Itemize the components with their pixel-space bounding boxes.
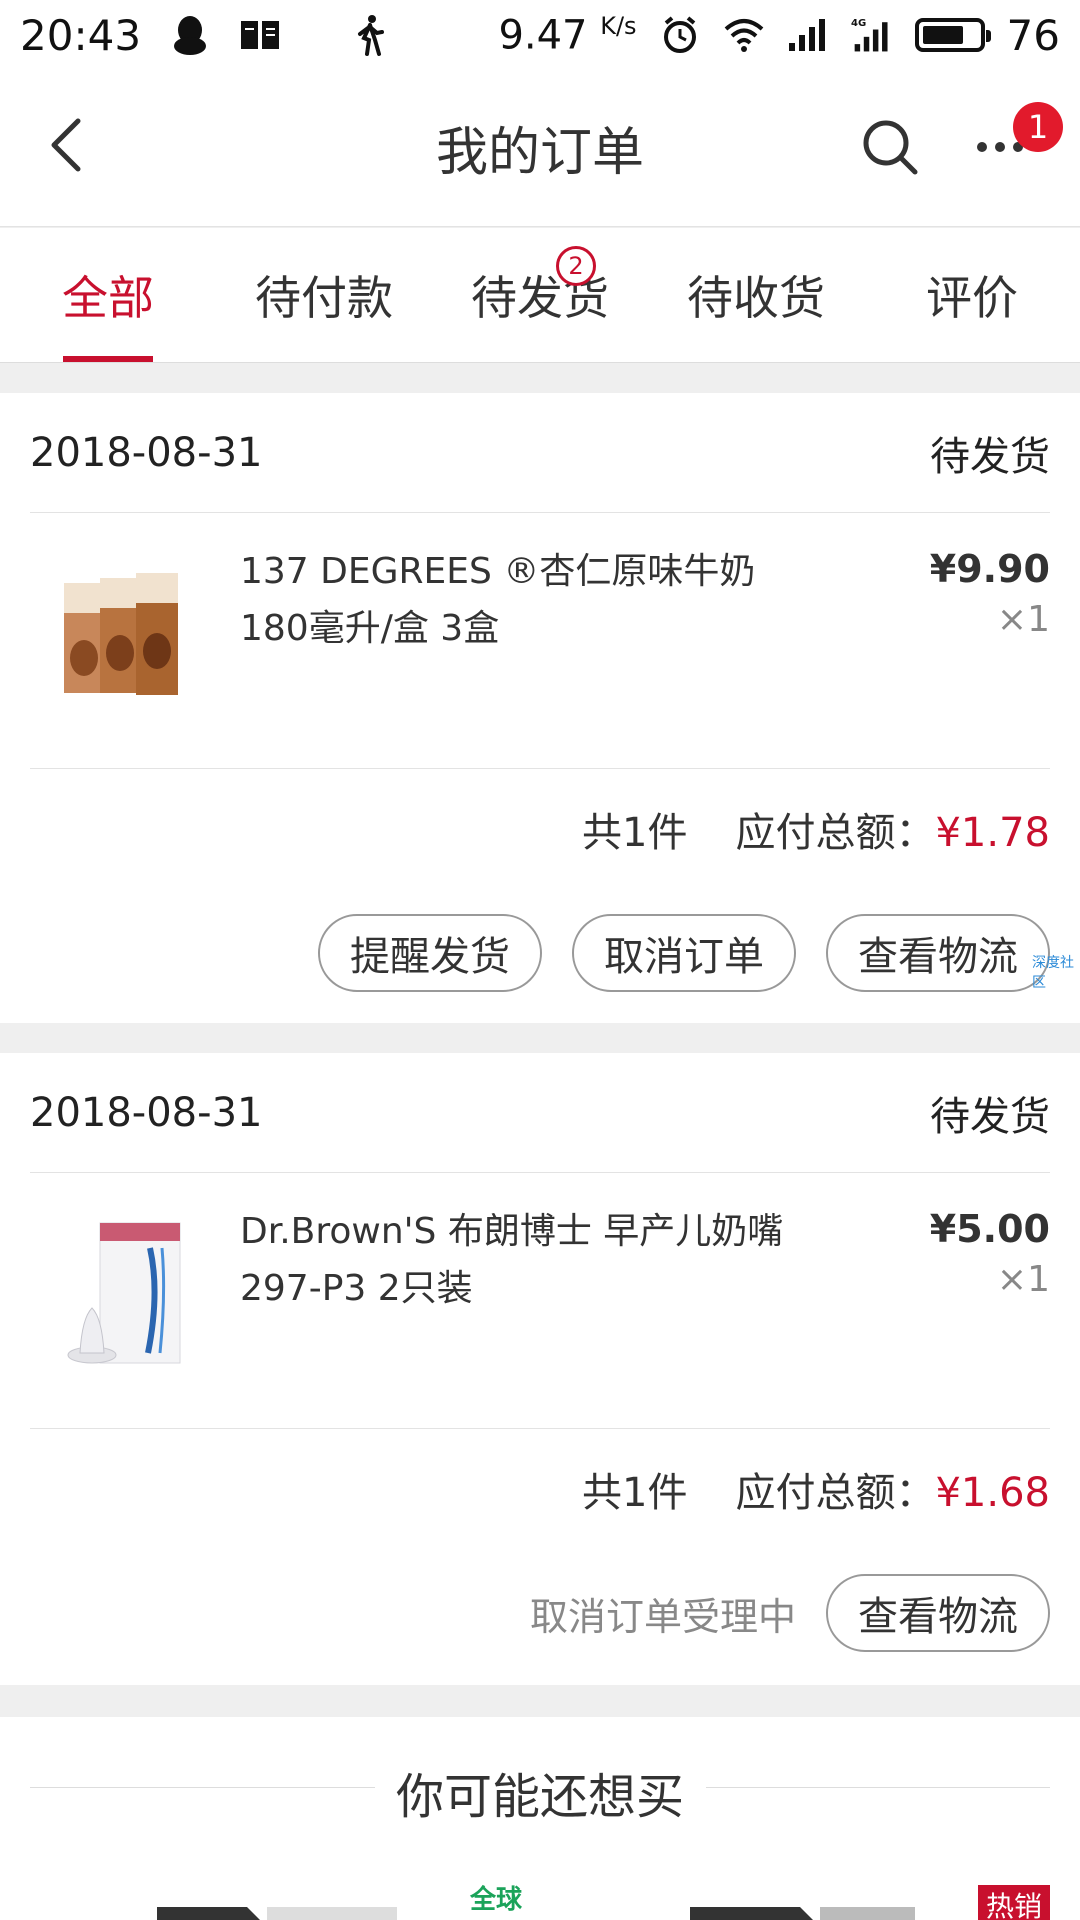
hot-sale-badge: 热销 bbox=[978, 1885, 1050, 1920]
total-label: 应付总额： bbox=[735, 810, 936, 856]
recommend-item-tag: 全球 bbox=[470, 1885, 523, 1915]
wifi-icon bbox=[723, 14, 765, 56]
walking-icon bbox=[349, 14, 391, 56]
product-image bbox=[50, 1213, 200, 1383]
view-logistics-button[interactable]: 查看物流 bbox=[826, 914, 1050, 992]
item-count: 共1件 bbox=[582, 1470, 688, 1516]
signal-4g-icon: 4G bbox=[851, 14, 893, 56]
order-status: 待发货 bbox=[930, 1093, 1050, 1140]
order-card[interactable]: 2018-08-31 待发货 137 DEGREES ®杏仁原味牛奶 180毫升… bbox=[0, 393, 1080, 1023]
recommend-title: 你可能还想买 bbox=[395, 1769, 684, 1825]
recommend-section: 你可能还想买 全球 热销 bbox=[0, 1717, 1080, 1920]
item-count: 共1件 bbox=[582, 810, 688, 856]
cancel-status-note: 取消订单受理中 bbox=[529, 1594, 796, 1639]
search-button[interactable] bbox=[855, 112, 925, 182]
total-amount: ¥1.78 bbox=[935, 810, 1050, 856]
recommend-item-image[interactable] bbox=[690, 1907, 915, 1920]
order-tabs: 全部 待付款 待发货 2 待收货 评价 bbox=[0, 228, 1080, 363]
tab-review[interactable]: 评价 bbox=[864, 228, 1080, 362]
order-date: 2018-08-31 bbox=[30, 1089, 263, 1136]
product-name: Dr.Brown'S 布朗博士 早产儿奶嘴 297-P3 2只装 bbox=[240, 1211, 784, 1309]
order-date: 2018-08-31 bbox=[30, 429, 263, 476]
svg-text:4G: 4G bbox=[851, 18, 866, 29]
cancel-order-button[interactable]: 取消订单 bbox=[572, 914, 796, 992]
tab-pending-receipt[interactable]: 待收货 bbox=[648, 228, 864, 362]
order-summary: 共1件 应付总额：¥1.78 bbox=[582, 769, 1050, 889]
order-header: 2018-08-31 待发货 bbox=[30, 1053, 1050, 1173]
product-row[interactable]: 137 DEGREES ®杏仁原味牛奶 180毫升/盒 3盒 ¥9.90 ×1 bbox=[30, 513, 1050, 769]
notification-badge: 1 bbox=[1013, 102, 1063, 152]
order-summary: 共1件 应付总额：¥1.68 bbox=[582, 1429, 1050, 1549]
qq-icon bbox=[169, 14, 211, 56]
order-status: 待发货 bbox=[930, 433, 1050, 480]
total-amount: ¥1.68 bbox=[935, 1470, 1050, 1516]
product-image bbox=[50, 553, 200, 723]
product-price: ¥9.90 bbox=[929, 547, 1050, 591]
watermark: 深度社区 bbox=[1032, 955, 1074, 991]
order-actions: 取消订单受理中 查看物流 bbox=[530, 1573, 1050, 1653]
tab-pending-payment[interactable]: 待付款 bbox=[216, 228, 432, 362]
tab-all[interactable]: 全部 bbox=[0, 228, 216, 362]
product-name: 137 DEGREES ®杏仁原味牛奶 180毫升/盒 3盒 bbox=[240, 551, 756, 649]
divider bbox=[706, 1787, 1050, 1788]
product-quantity: ×1 bbox=[996, 1259, 1050, 1300]
book-icon bbox=[239, 14, 281, 56]
view-logistics-button[interactable]: 查看物流 bbox=[826, 1574, 1050, 1652]
tab-pending-shipment[interactable]: 待发货 2 bbox=[432, 228, 648, 362]
signal-icon bbox=[787, 14, 829, 56]
status-time: 20:43 bbox=[20, 10, 142, 60]
search-icon bbox=[863, 120, 918, 175]
product-price: ¥5.00 bbox=[929, 1207, 1050, 1251]
more-dots-icon bbox=[977, 142, 1023, 152]
product-row[interactable]: Dr.Brown'S 布朗博士 早产儿奶嘴 297-P3 2只装 ¥5.00 ×… bbox=[30, 1173, 1050, 1429]
network-speed: 9.47 K/s bbox=[498, 11, 637, 59]
recommend-item-image[interactable] bbox=[157, 1907, 397, 1920]
app-header: 我的订单 bbox=[0, 70, 1080, 227]
product-quantity: ×1 bbox=[996, 599, 1050, 640]
status-bar: 20:43 9.47 K/s 4G 76 bbox=[0, 0, 1080, 70]
total-label: 应付总额： bbox=[735, 1470, 936, 1516]
remind-shipment-button[interactable]: 提醒发货 bbox=[318, 914, 542, 992]
tab-badge: 2 bbox=[556, 246, 596, 286]
order-card[interactable]: 2018-08-31 待发货 Dr.Brown'S 布朗博士 早产儿奶嘴 297… bbox=[0, 1053, 1080, 1685]
order-header: 2018-08-31 待发货 bbox=[30, 393, 1050, 513]
battery-level: 76 bbox=[1006, 10, 1060, 60]
order-actions: 提醒发货 取消订单 查看物流 bbox=[318, 913, 1050, 993]
alarm-icon bbox=[659, 14, 701, 56]
battery-icon bbox=[914, 18, 991, 52]
